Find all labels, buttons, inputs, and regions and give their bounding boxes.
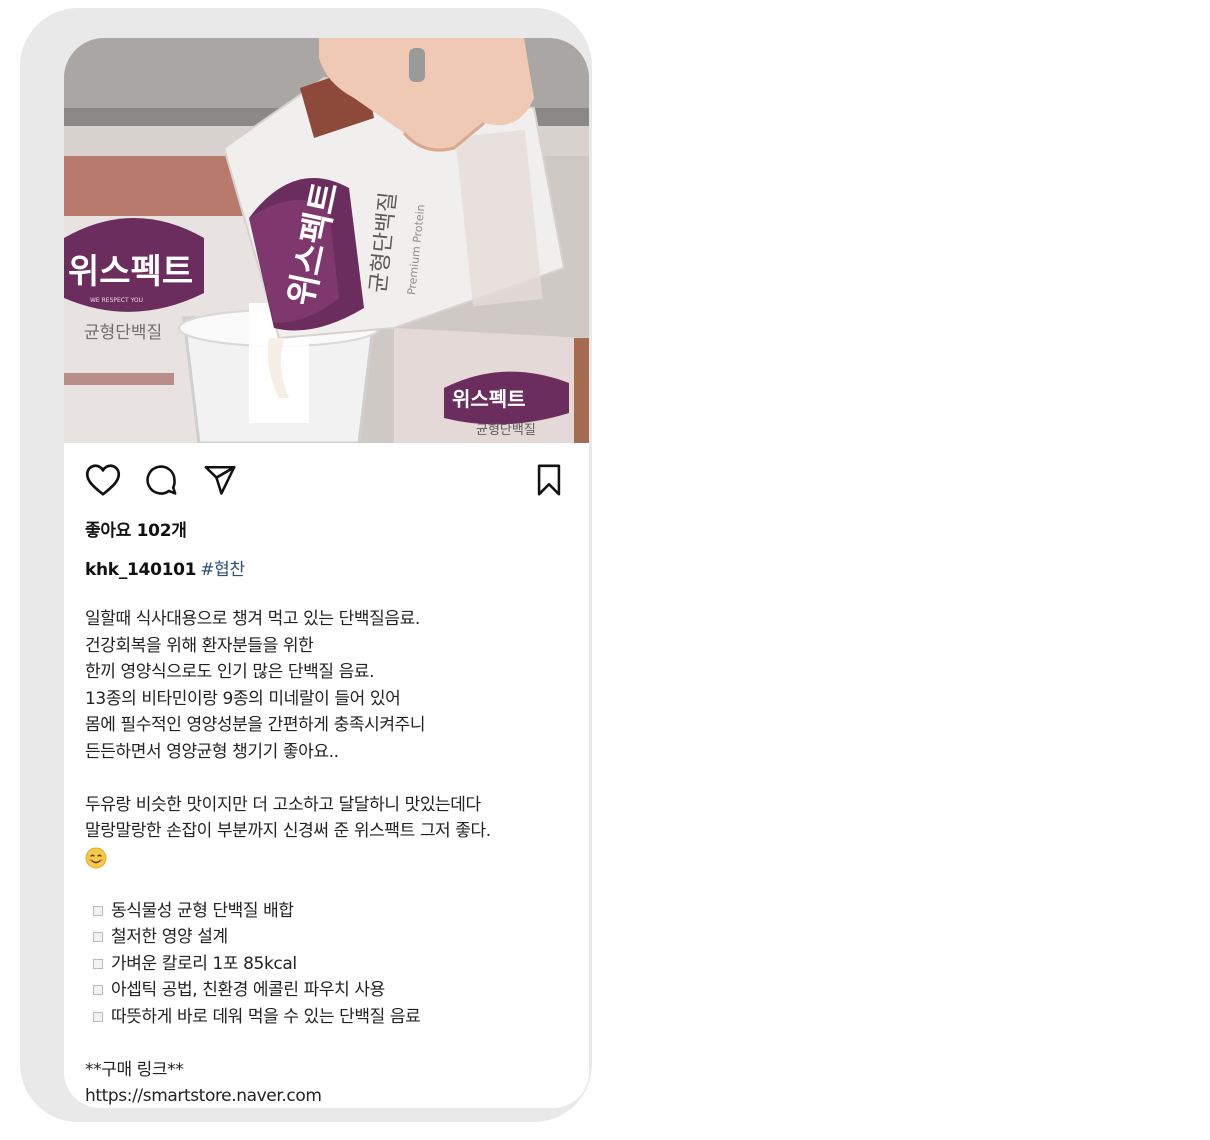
caption-line: 일할때 식사대용으로 챙겨 먹고 있는 단백질음료. — [85, 609, 420, 629]
feature-bullet-text: 따뜻하게 바로 데워 먹을 수 있는 단백질 음료 — [111, 1006, 421, 1027]
caption-line: 두유랑 비슷한 맛이지만 더 고소하고 달달하니 맛있는데다 — [85, 794, 481, 815]
phone-frame: 위스펙트 WE RESPECT YOU 균형단백질 위스펙트 균형단백질 위스펙… — [20, 8, 592, 1122]
paper-plane-icon[interactable] — [201, 461, 239, 499]
post-action-bar — [64, 443, 589, 509]
likes-count[interactable]: 좋아요 102개 — [85, 516, 187, 541]
pouch-small-brand-text: 위스펙트 — [452, 387, 526, 411]
bookmark-outline-icon[interactable] — [530, 461, 568, 499]
caption-body: 일할때 식사대용으로 챙겨 먹고 있는 단백질음료. 건강회복을 위해 환자분들… — [85, 606, 580, 1108]
feature-bullet-text: 아셉틱 공법, 친환경 에콜린 파우치 사용 — [111, 980, 385, 1000]
feature-bullet: 따뜻하게 바로 데워 먹을 수 있는 단백질 음료 — [85, 1004, 580, 1031]
caption-line: 건강회복을 위해 환자분들을 위한 — [85, 635, 314, 656]
purchase-link-heading: **구매 링크** — [85, 1059, 184, 1080]
caption-line: 든든하면서 영양균형 챙기기 좋아요.. — [85, 741, 339, 762]
heart-outline-icon[interactable] — [84, 461, 122, 499]
box-brand-text: 위스펙트 — [68, 252, 193, 292]
instagram-post-screen: 위스펙트 WE RESPECT YOU 균형단백질 위스펙트 균형단백질 위스펙… — [64, 38, 589, 1108]
feature-bullet-text: 동식물성 균형 단백질 배합 — [111, 900, 294, 921]
box-tagline-text: WE RESPECT YOU — [90, 297, 143, 304]
smiling-face-emoji — [85, 847, 107, 868]
bullet-square-icon — [93, 985, 103, 996]
hashtag-link[interactable]: #협찬 — [200, 560, 245, 580]
post-photo-illustration: 위스펙트 WE RESPECT YOU 균형단백질 위스펙트 균형단백질 위스펙… — [64, 38, 589, 443]
pouch-small-product-text: 균형단백질 — [476, 423, 536, 438]
caption-line: 13종의 비타민이랑 9종의 미네랄이 들어 있어 — [85, 688, 401, 709]
feature-bullet: 철저한 영양 설계 — [85, 924, 580, 951]
feature-bullet: 가벼운 칼로리 1포 85kcal — [85, 951, 580, 978]
bullet-square-icon — [93, 958, 103, 969]
feature-bullet: 아셉틱 공법, 친환경 에콜린 파우치 사용 — [85, 977, 580, 1004]
feature-bullet: 동식물성 균형 단백질 배합 — [85, 898, 580, 925]
purchase-link[interactable]: https://smartstore.naver.com — [85, 1083, 580, 1108]
emoji-line — [85, 845, 580, 872]
feature-bullet-text: 가벼운 칼로리 1포 85kcal — [111, 953, 297, 974]
feature-bullet-text: 철저한 영양 설계 — [111, 927, 228, 947]
bullet-square-icon — [93, 932, 103, 943]
bullet-square-icon — [93, 1011, 103, 1022]
post-photo[interactable]: 위스펙트 WE RESPECT YOU 균형단백질 위스펙트 균형단백질 위스펙… — [64, 38, 589, 443]
comment-bubble-icon[interactable] — [142, 461, 180, 499]
caption-line: 몸에 필수적인 영양성분을 간편하게 충족시켜주니 — [85, 715, 426, 735]
caption-line: 한끼 영양식으로도 인기 많은 단백질 음료. — [85, 662, 375, 682]
caption-line: 말랑말랑한 손잡이 부분까지 신경써 준 위스팩트 그저 좋다. — [85, 821, 491, 841]
bullet-square-icon — [93, 905, 103, 916]
caption-header: khk_140101 #협찬 — [85, 555, 245, 580]
username-link[interactable]: khk_140101 — [85, 560, 196, 580]
box-product-text: 균형단백질 — [84, 323, 162, 343]
